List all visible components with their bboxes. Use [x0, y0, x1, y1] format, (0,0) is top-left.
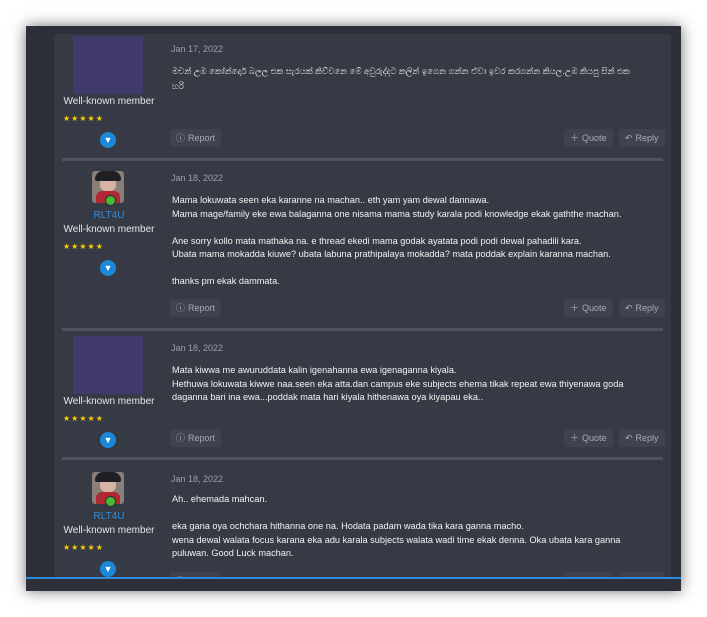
info-circle-icon: ⓘ: [176, 303, 186, 313]
post-line: මචන් උඹ කෝන්දොර් බලල එක සැරයක් කිව්වනෙ ම…: [172, 66, 630, 76]
star-icon: ★: [63, 114, 72, 123]
post-line: [172, 507, 667, 521]
star-icon: ★: [79, 414, 88, 423]
star-icon: ★: [95, 114, 104, 123]
quote-label: Quote: [582, 133, 607, 143]
rating-stars: ★★★★★: [63, 543, 104, 552]
rating-stars: ★★★★★: [63, 414, 104, 423]
post-line: Mama lokuwata seen eka karanne na machan…: [172, 195, 490, 205]
star-icon: ★: [79, 114, 88, 123]
chevron-down-icon[interactable]: ▼: [100, 561, 116, 577]
reply-arrow-icon: ↶: [625, 433, 633, 443]
username[interactable]: RLT4U: [54, 511, 164, 522]
user-title: Well-known member: [63, 224, 155, 235]
reply-arrow-icon: ↶: [625, 133, 633, 143]
post-separator: [62, 158, 663, 161]
post-body: මචන් උඹ කෝන්දොර් බලල එක සැරයක් කිව්වනෙ ම…: [172, 64, 667, 94]
post-line: Mata kiwwa me awuruddata kalin igenahann…: [172, 365, 457, 375]
post-date[interactable]: Jan 18, 2022: [171, 343, 223, 353]
post-line: Ah.. ehemada mahcan.: [172, 494, 267, 504]
plus-icon: ＋: [570, 133, 580, 143]
post-separator: [62, 328, 663, 331]
report-button[interactable]: ⓘReport: [170, 429, 222, 447]
avatar[interactable]: [73, 36, 143, 94]
quote-label: Quote: [582, 303, 607, 313]
post-line: daganna bari ina ewa...poddak mata hari …: [172, 392, 484, 402]
star-icon: ★: [79, 543, 88, 552]
star-icon: ★: [87, 414, 96, 423]
post-line: Hethuwa lokuwata kiwwe naa.seen eka atta…: [172, 378, 624, 389]
star-icon: ★: [87, 543, 96, 552]
online-status-icon: [105, 496, 116, 507]
star-icon: ★: [63, 414, 72, 423]
post-4: RLT4U Well-known member ★★★★★ ▼ Jan 18, …: [54, 471, 671, 591]
reply-label: Reply: [635, 133, 659, 143]
reply-label: Reply: [635, 433, 659, 443]
quote-button[interactable]: ＋Quote: [564, 129, 613, 147]
post-line: puluwan. Good Luck machan.: [172, 548, 294, 558]
star-icon: ★: [87, 242, 96, 251]
avatar-hair: [95, 472, 121, 482]
quote-button[interactable]: ＋Quote: [564, 429, 613, 447]
user-title: Well-known member: [63, 396, 155, 407]
post-1: Well-known member ★★★★★ ▼ Jan 17, 2022 ම…: [54, 34, 671, 192]
forum-window: Well-known member ★★★★★ ▼ Jan 17, 2022 ම…: [26, 26, 681, 591]
rating-stars: ★★★★★: [63, 242, 104, 251]
post-line: thanks pm ekak dammata.: [172, 276, 280, 286]
post-line: Mama mage/family eke ewa balaganna one n…: [172, 208, 622, 219]
post-line: wena dewal walata focus karana eka adu k…: [172, 534, 621, 545]
user-title: Well-known member: [63, 525, 155, 536]
reply-button[interactable]: ↶Reply: [619, 429, 665, 447]
report-button[interactable]: ⓘReport: [170, 129, 222, 147]
post-line: Ubata mama mokadda kiuwe? ubata labuna p…: [172, 249, 611, 259]
post-line: [172, 221, 667, 235]
post-3: Well-known member ★★★★★ ▼ Jan 18, 2022 M…: [54, 336, 671, 464]
avatar-hair: [95, 171, 121, 181]
post-body: Mama lokuwata seen eka karanne na machan…: [172, 194, 667, 289]
quote-button[interactable]: ＋Quote: [564, 299, 613, 317]
post-line: Ane sorry kollo mata mathaka na. e threa…: [172, 235, 582, 246]
reply-label: Reply: [635, 303, 659, 313]
report-label: Report: [188, 303, 216, 313]
post-line: eka gana oya ochchara hithanna one na. H…: [172, 521, 524, 531]
star-icon: ★: [87, 114, 96, 123]
bottom-strip: [26, 579, 681, 591]
username[interactable]: RLT4U: [54, 210, 164, 221]
thread-panel: Well-known member ★★★★★ ▼ Jan 17, 2022 ම…: [54, 34, 671, 591]
star-icon: ★: [95, 543, 104, 552]
post-date[interactable]: Jan 18, 2022: [171, 173, 223, 183]
rating-stars: ★★★★★: [63, 114, 104, 123]
info-circle-icon: ⓘ: [176, 433, 186, 443]
post-separator: [62, 457, 663, 460]
post-body: Ah.. ehemada mahcan. eka gana oya ochcha…: [172, 493, 667, 561]
info-circle-icon: ⓘ: [176, 133, 186, 143]
star-icon: ★: [95, 242, 104, 251]
post-2: RLT4U Well-known member ★★★★★ ▼ Jan 18, …: [54, 170, 671, 330]
avatar[interactable]: [73, 336, 143, 394]
post-line: හරි: [172, 81, 184, 91]
user-title: Well-known member: [63, 96, 155, 107]
star-icon: ★: [95, 414, 104, 423]
star-icon: ★: [79, 242, 88, 251]
quote-label: Quote: [582, 433, 607, 443]
star-icon: ★: [63, 543, 72, 552]
chevron-down-icon[interactable]: ▼: [100, 132, 116, 148]
reply-button[interactable]: ↶Reply: [619, 129, 665, 147]
report-button[interactable]: ⓘReport: [170, 299, 222, 317]
report-label: Report: [188, 433, 216, 443]
reply-button[interactable]: ↶Reply: [619, 299, 665, 317]
plus-icon: ＋: [570, 433, 580, 443]
reply-arrow-icon: ↶: [625, 303, 633, 313]
online-status-icon: [105, 195, 116, 206]
chevron-down-icon[interactable]: ▼: [100, 260, 116, 276]
post-line: [172, 262, 667, 276]
post-body: Mata kiwwa me awuruddata kalin igenahann…: [172, 364, 667, 405]
post-date[interactable]: Jan 18, 2022: [171, 474, 223, 484]
post-date[interactable]: Jan 17, 2022: [171, 44, 223, 54]
plus-icon: ＋: [570, 303, 580, 313]
star-icon: ★: [63, 242, 72, 251]
report-label: Report: [188, 133, 216, 143]
chevron-down-icon[interactable]: ▼: [100, 432, 116, 448]
